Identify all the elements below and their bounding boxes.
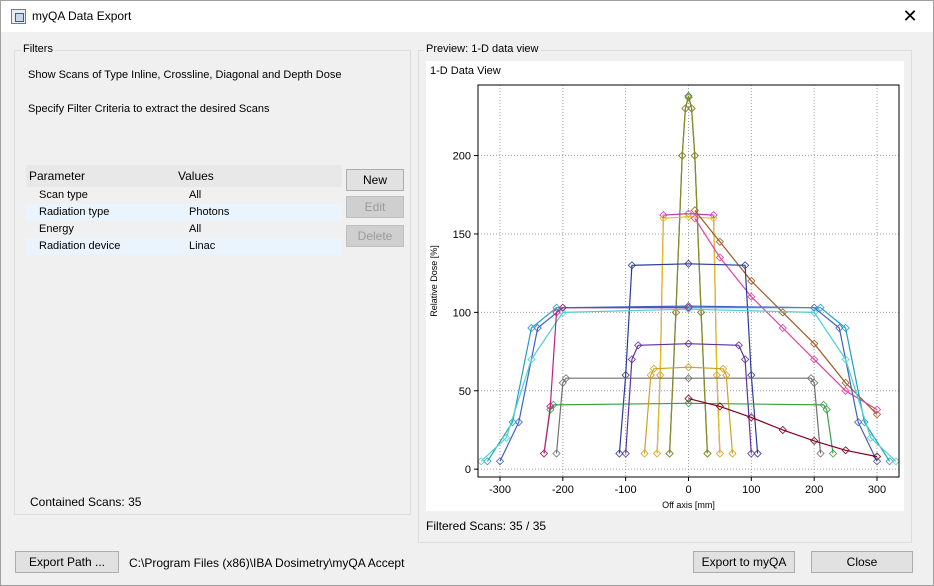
filter-parameter-table[interactable]: Parameter Values Scan type All Radiation… [26, 165, 342, 255]
delete-button[interactable]: Delete [346, 225, 404, 247]
table-row[interactable]: Scan type All [26, 187, 342, 204]
table-row[interactable]: Radiation device Linac [26, 238, 342, 255]
x-tick-label: 100 [742, 484, 760, 496]
export-path-value: C:\Program Files (x86)\IBA Dosimetry\myQ… [129, 556, 405, 570]
x-axis-label: Off axis [mm] [662, 500, 715, 510]
column-header-parameter[interactable]: Parameter [29, 169, 85, 183]
filter-description-line1: Show Scans of Type Inline, Crossline, Di… [28, 69, 342, 81]
filters-group [14, 50, 411, 515]
row-parameter: Radiation type [39, 206, 110, 218]
edit-button[interactable]: Edit [346, 196, 404, 218]
y-axis-label: Relative Dose [%] [429, 245, 439, 317]
x-tick-label: 0 [685, 484, 691, 496]
filter-description-line2: Specify Filter Criteria to extract the d… [28, 103, 270, 115]
table-row[interactable]: Radiation type Photons [26, 204, 342, 221]
close-button[interactable]: Close [811, 551, 913, 573]
window-close-button[interactable]: ✕ [887, 1, 933, 32]
y-tick-label: 150 [453, 229, 471, 241]
y-tick-label: 50 [459, 386, 471, 398]
series-line [656, 216, 721, 454]
table-row[interactable]: Energy All [26, 221, 342, 238]
chart-grid [478, 85, 899, 477]
dialog-window: myQA Data Export ✕ Filters Show Scans of… [0, 0, 934, 586]
row-parameter: Radiation device [39, 240, 121, 252]
row-parameter: Energy [39, 223, 74, 235]
x-tick-label: -100 [615, 484, 637, 496]
series-line [656, 212, 721, 454]
preview-group-label: Preview: 1-D data view [424, 43, 541, 55]
window-title: myQA Data Export [32, 9, 132, 23]
series-line [486, 307, 891, 462]
contained-scans-count: Contained Scans: 35 [30, 495, 142, 509]
row-value: Linac [189, 240, 216, 252]
table-header: Parameter Values [26, 165, 342, 187]
chart-title: 1-D Data View [430, 65, 501, 77]
x-tick-label: 200 [805, 484, 823, 496]
x-tick-label: -200 [552, 484, 574, 496]
chart-container: 1-D Data View -300 -200 -100 0 100 200 300 0 50 1… [426, 61, 904, 511]
column-header-values[interactable]: Values [178, 169, 214, 183]
title-bar: myQA Data Export ✕ [1, 1, 933, 32]
row-parameter: Scan type [39, 189, 88, 201]
series-line [499, 305, 878, 462]
row-value: Photons [189, 206, 230, 218]
y-tick-label: 100 [453, 307, 471, 319]
row-value: All [189, 223, 202, 235]
filters-group-label: Filters [21, 43, 55, 55]
y-tick-label: 0 [465, 464, 471, 476]
filtered-scans-count: Filtered Scans: 35 / 35 [426, 519, 547, 533]
app-icon [11, 9, 26, 24]
series-line [543, 307, 689, 454]
new-button[interactable]: New [346, 169, 404, 191]
export-path-button[interactable]: Export Path ... [15, 551, 119, 573]
x-tick-label: 300 [868, 484, 886, 496]
x-tick-label: -300 [489, 484, 511, 496]
dose-profile-chart[interactable]: 1-D Data View -300 -200 -100 0 100 200 300 0 50 1… [426, 61, 904, 511]
y-tick-label: 200 [453, 151, 471, 163]
export-to-myqa-button[interactable]: Export to myQA [693, 551, 795, 573]
row-value: All [189, 189, 202, 201]
